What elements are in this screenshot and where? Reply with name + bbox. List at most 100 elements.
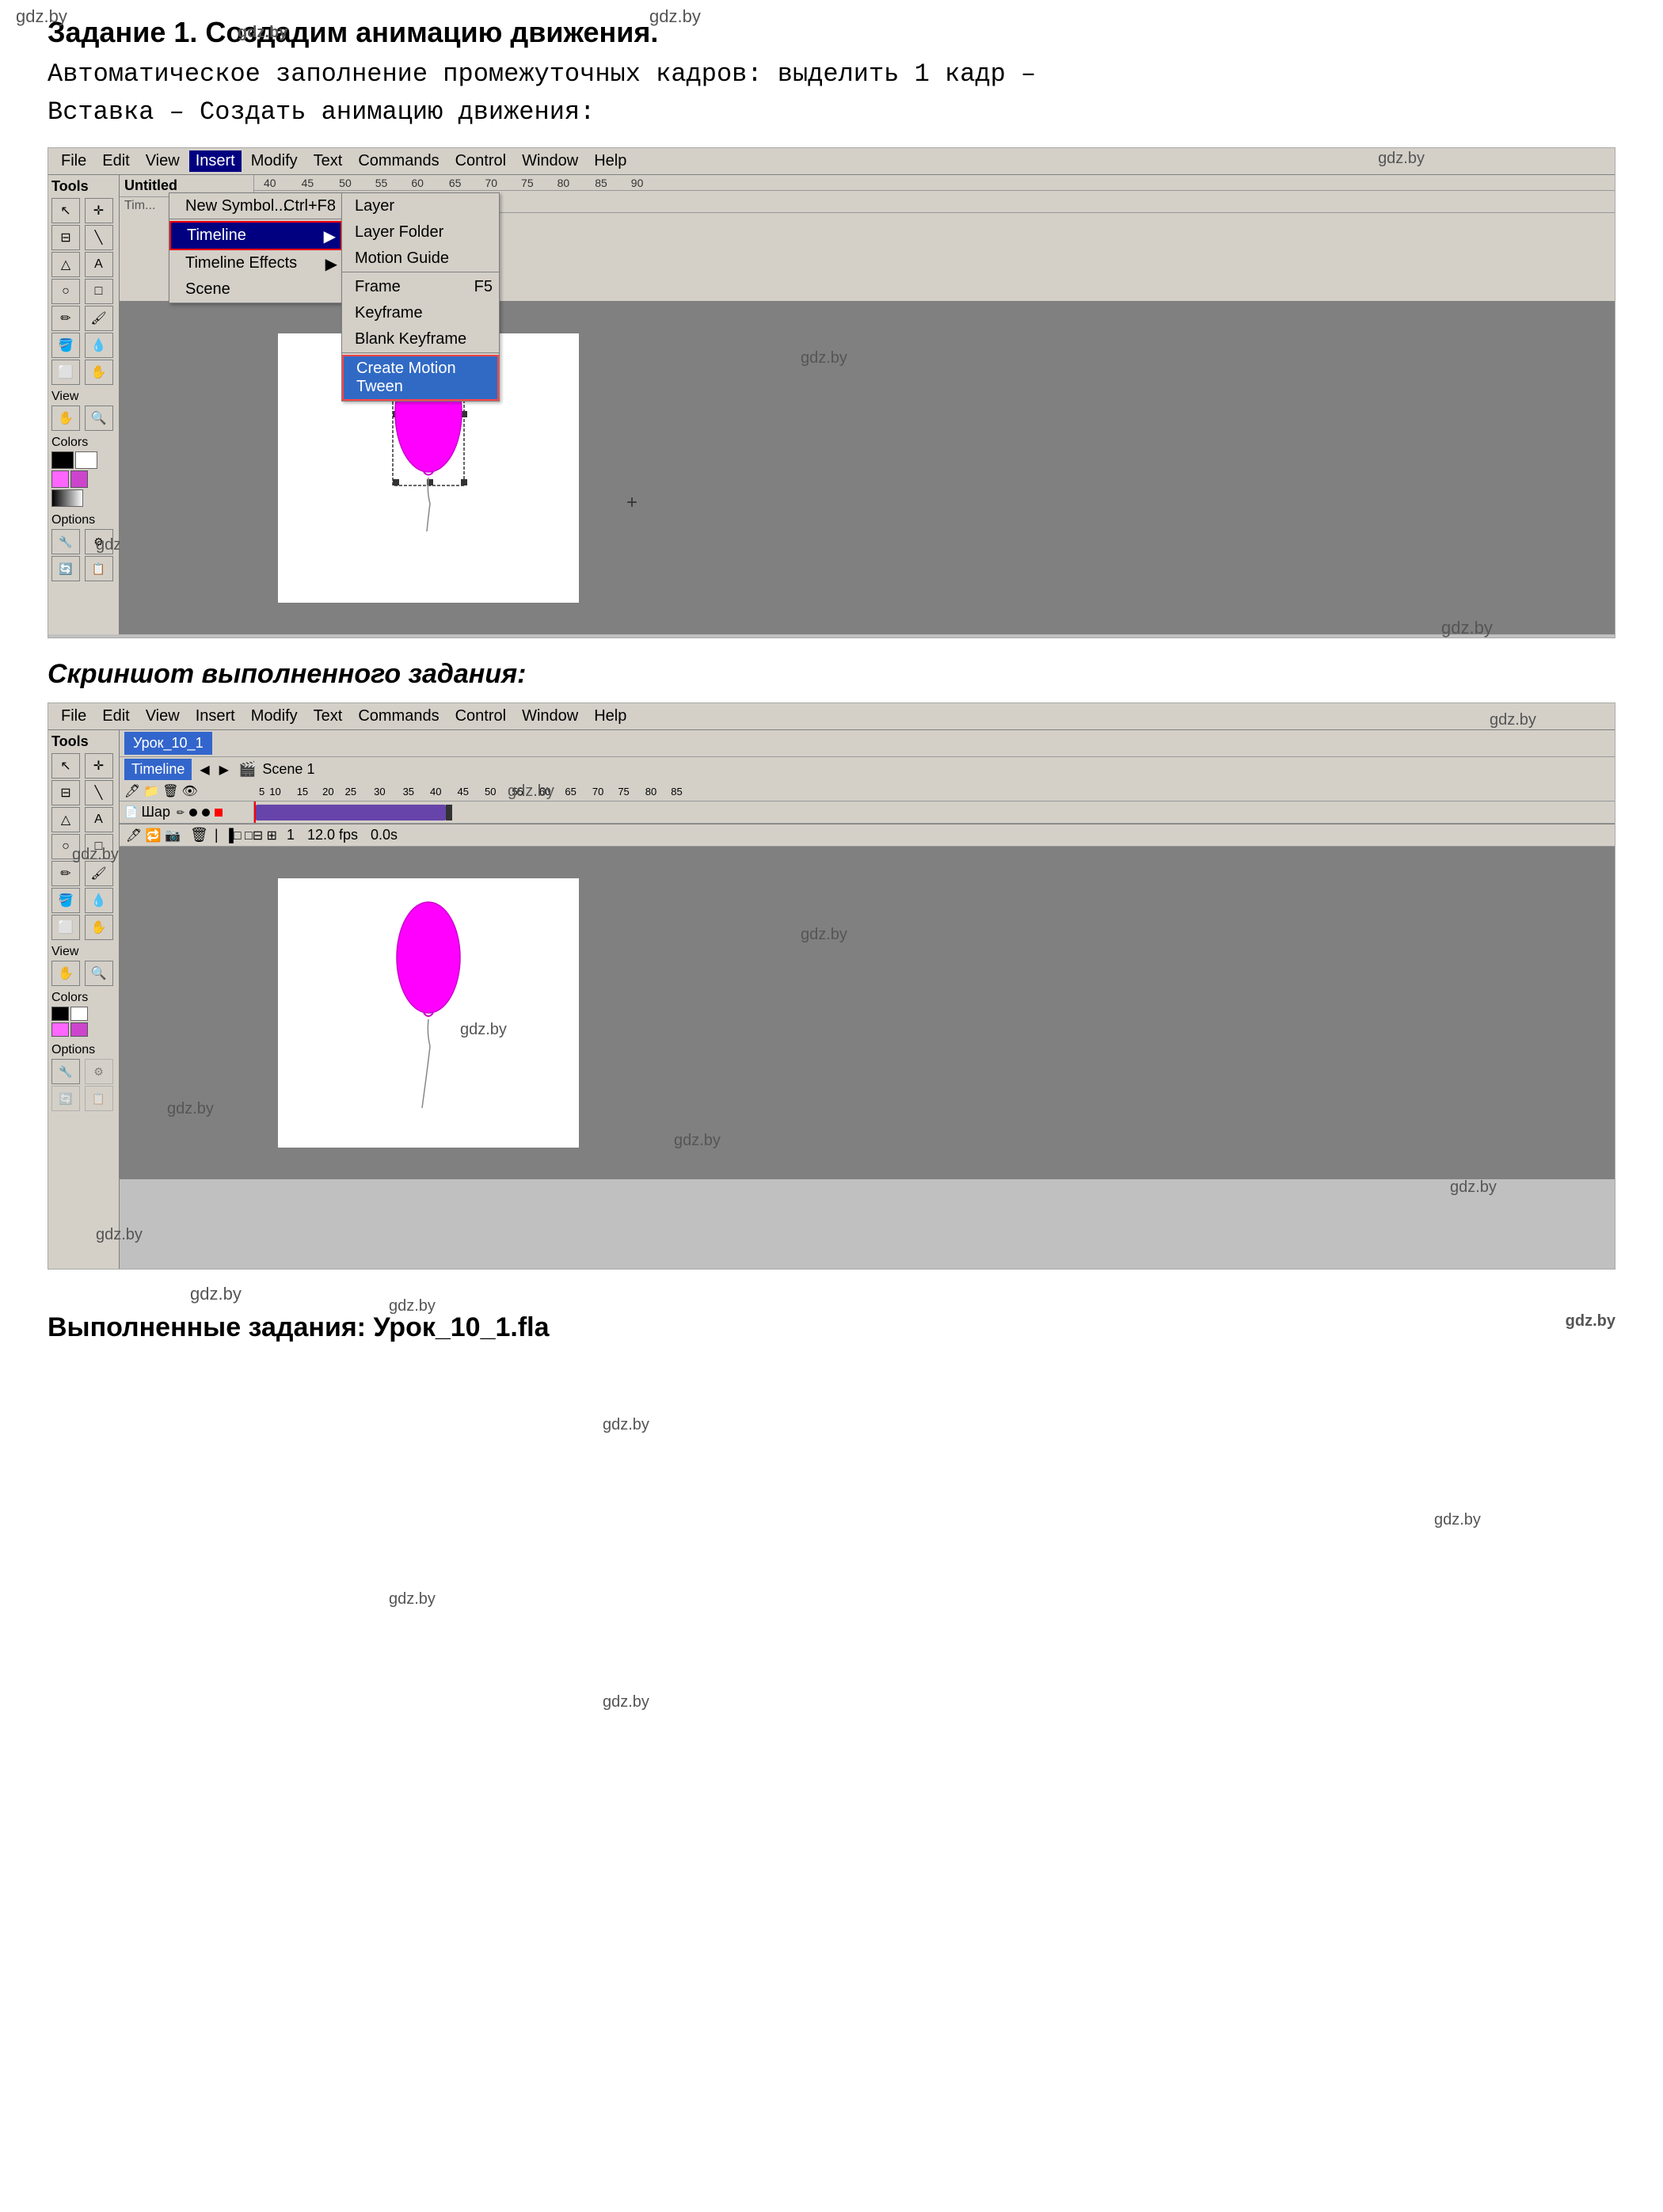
- menu-insert[interactable]: Insert: [189, 150, 242, 172]
- menu-window[interactable]: Window: [516, 150, 584, 172]
- menu2-control[interactable]: Control: [449, 706, 512, 727]
- brush-tool[interactable]: 🖌: [85, 306, 113, 331]
- ruler-mark-90: 90: [609, 177, 645, 189]
- option-2-3[interactable]: 🔄: [51, 1086, 80, 1111]
- stroke-color[interactable]: [51, 451, 74, 469]
- stroke-color-2[interactable]: [51, 1007, 69, 1021]
- subselect-tool[interactable]: ✛: [85, 198, 113, 223]
- eraser-tool-2[interactable]: ⬜: [51, 915, 80, 940]
- option-2-1[interactable]: 🔧: [51, 1059, 80, 1084]
- hand-tool[interactable]: ✋: [85, 360, 113, 385]
- color-swatch-1[interactable]: [51, 470, 69, 488]
- timeline-nav-back[interactable]: ◀: [200, 762, 209, 778]
- menu-text[interactable]: Text: [307, 150, 349, 172]
- scene-item[interactable]: Scene: [169, 276, 342, 303]
- menu2-commands[interactable]: Commands: [352, 706, 445, 727]
- lasso-tool[interactable]: △: [51, 252, 80, 277]
- rect-tool[interactable]: □: [85, 279, 113, 304]
- timeline-item[interactable]: Timeline ▶: [169, 221, 342, 250]
- pencil-tool[interactable]: ✏: [51, 306, 80, 331]
- new-symbol-item[interactable]: New Symbol... Ctrl+F8: [169, 193, 342, 219]
- fill-tool[interactable]: 🪣: [51, 333, 80, 358]
- menu2-insert[interactable]: Insert: [189, 706, 242, 727]
- color-swatch-2[interactable]: [70, 470, 88, 488]
- menu2-file[interactable]: File: [55, 706, 93, 727]
- option-2-2[interactable]: ⚙: [85, 1059, 113, 1084]
- menu-bar-2: File Edit View Insert Modify Text Comman…: [48, 703, 1615, 730]
- subselect-tool-2[interactable]: ✛: [85, 753, 113, 779]
- eraser-tool[interactable]: ⬜: [51, 360, 80, 385]
- line-tool[interactable]: ╲: [85, 225, 113, 250]
- r-80: 80: [645, 786, 656, 798]
- add-folder-icon[interactable]: 📁: [143, 783, 159, 799]
- zoom-tool-2[interactable]: 🔍: [85, 961, 113, 986]
- status2-trash[interactable]: 🗑: [190, 827, 208, 843]
- menu-modify[interactable]: Modify: [245, 150, 304, 172]
- text-tool-2[interactable]: A: [85, 807, 113, 832]
- menu2-window[interactable]: Window: [516, 706, 584, 727]
- option-1[interactable]: 🔧: [51, 529, 80, 554]
- fill-color-2[interactable]: [70, 1007, 88, 1021]
- blank-keyframe-item[interactable]: Blank Keyframe: [342, 326, 499, 353]
- create-motion-tween-item[interactable]: Create Motion Tween: [342, 355, 499, 401]
- menu2-view[interactable]: View: [139, 706, 186, 727]
- transform-tool-2[interactable]: ⊟: [51, 780, 80, 805]
- transform-tool[interactable]: ⊟: [51, 225, 80, 250]
- timeline-effects-item[interactable]: Timeline Effects ▶: [169, 250, 342, 276]
- menu-edit[interactable]: Edit: [96, 150, 135, 172]
- text-tool[interactable]: A: [85, 252, 113, 277]
- timeline2-tab[interactable]: Timeline: [124, 759, 192, 780]
- line-tool-2[interactable]: ╲: [85, 780, 113, 805]
- menu2-edit[interactable]: Edit: [96, 706, 135, 727]
- content-area-2: Урок_10_1 Timeline ◀ ▶ 🎬 Scene 1 🖊 📁: [120, 730, 1615, 1269]
- show-all-icon[interactable]: 👁: [182, 783, 198, 799]
- layer-folder-item[interactable]: Layer Folder: [342, 219, 499, 246]
- brush-tool-2[interactable]: 🖌: [85, 861, 113, 886]
- menu2-help[interactable]: Help: [588, 706, 633, 727]
- section2-title: Скриншот выполненного задания:: [48, 659, 526, 689]
- motion-guide-item[interactable]: Motion Guide: [342, 246, 499, 272]
- eyedrop-tool-2[interactable]: 💧: [85, 888, 113, 913]
- fill-color[interactable]: [75, 451, 97, 469]
- lasso-tool-2[interactable]: △: [51, 807, 80, 832]
- hand-tool-2[interactable]: ✋: [85, 915, 113, 940]
- option-4[interactable]: 📋: [85, 556, 113, 581]
- oval-tool[interactable]: ○: [51, 279, 80, 304]
- doc-tab-urок[interactable]: Урок_10_1: [124, 732, 212, 755]
- hand-view-tool[interactable]: ✋: [51, 405, 80, 431]
- menu2-text[interactable]: Text: [307, 706, 349, 727]
- color-swatch-2a[interactable]: [51, 1022, 69, 1037]
- gradient-swatch[interactable]: [51, 489, 83, 507]
- frame-item[interactable]: Frame F5: [342, 274, 499, 300]
- eyedrop-tool[interactable]: 💧: [85, 333, 113, 358]
- status2-icons: 🖊 🔁 📷: [126, 828, 181, 843]
- zoom-tool[interactable]: 🔍: [85, 405, 113, 431]
- fill-tool-2[interactable]: 🪣: [51, 888, 80, 913]
- pencil-tool-2[interactable]: ✏: [51, 861, 80, 886]
- layer-dot-1: [189, 809, 197, 817]
- document-tab-bar: Урок_10_1: [120, 730, 1615, 757]
- menu2-modify[interactable]: Modify: [245, 706, 304, 727]
- timeline2-header: Timeline ◀ ▶ 🎬 Scene 1: [120, 757, 1615, 782]
- scene-label: Scene 1: [262, 761, 314, 778]
- menu-view[interactable]: View: [139, 150, 186, 172]
- select-tool[interactable]: ↖: [51, 198, 80, 223]
- layer-item[interactable]: Layer: [342, 193, 499, 219]
- select-tool-2[interactable]: ↖: [51, 753, 80, 779]
- menu-commands[interactable]: Commands: [352, 150, 445, 172]
- option-3[interactable]: 🔄: [51, 556, 80, 581]
- menu-help[interactable]: Help: [588, 150, 633, 172]
- task-title: Задание 1. Создадим анимацию движения. g…: [48, 16, 1615, 49]
- option-2-4[interactable]: 📋: [85, 1086, 113, 1111]
- menu-control[interactable]: Control: [449, 150, 512, 172]
- hand-view-tool-2[interactable]: ✋: [51, 961, 80, 986]
- keyframe-item[interactable]: Keyframe: [342, 300, 499, 326]
- add-layer-icon[interactable]: 🖊: [124, 783, 140, 799]
- menu-file[interactable]: File: [55, 150, 93, 172]
- timeline-nav-fwd[interactable]: ▶: [219, 762, 229, 778]
- color-swatch-2b[interactable]: [70, 1022, 88, 1037]
- wm-bottom-right: gdz.by: [1566, 1312, 1615, 1331]
- delete-layer-icon[interactable]: 🗑: [162, 783, 178, 799]
- bottom-text: Выполненные задания: Урок_10_1.fla gdz.b…: [0, 1296, 1663, 1359]
- timeline2-layer-controls: 🖊 📁 🗑 👁: [124, 783, 259, 799]
